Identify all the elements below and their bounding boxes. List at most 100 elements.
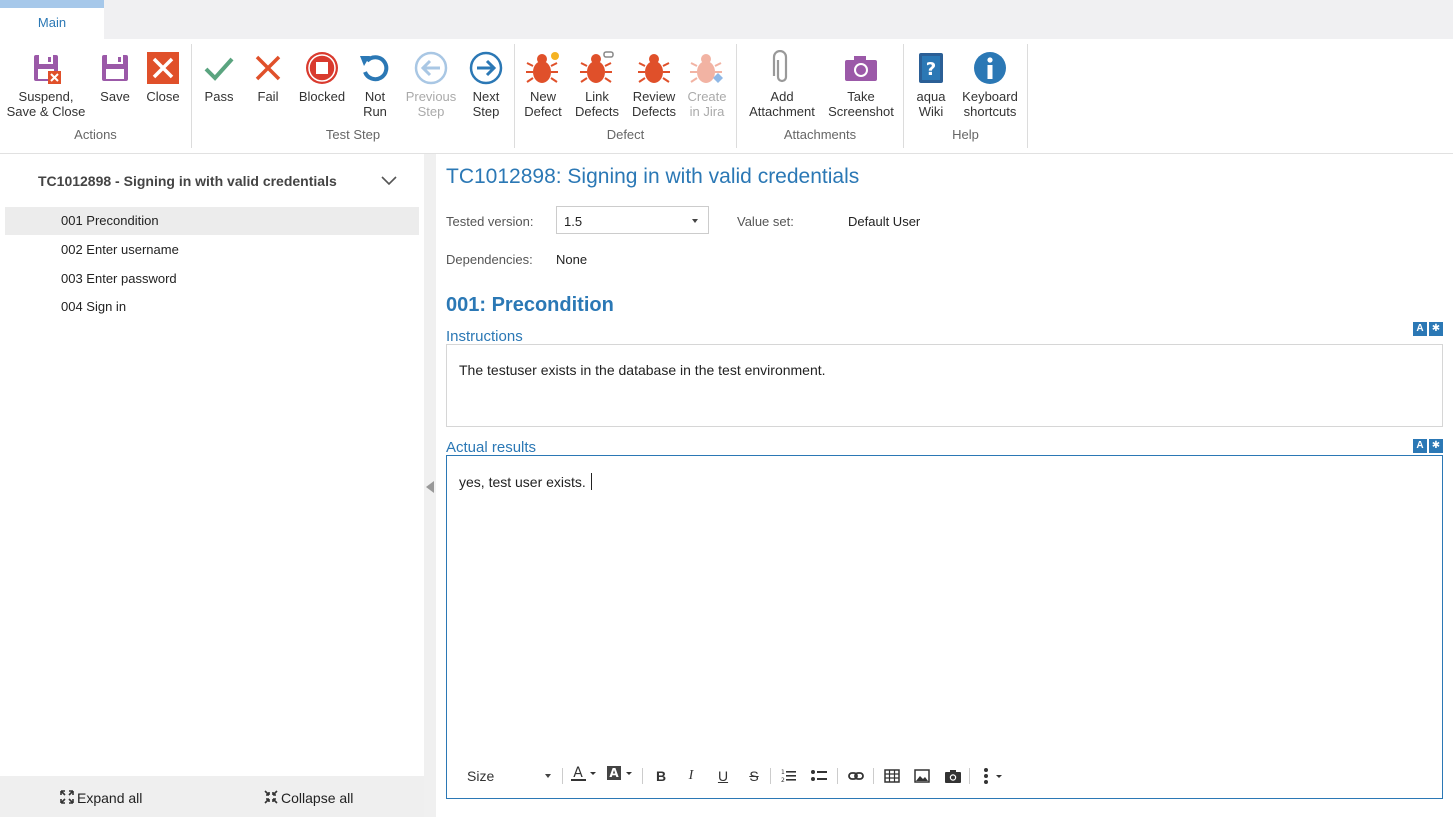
- add-attachment-label-1: Add: [770, 89, 794, 104]
- next-step-button[interactable]: Next Step: [465, 50, 507, 119]
- bug-icon: [638, 54, 670, 83]
- stop-icon: [306, 52, 338, 84]
- not-run-label-2: Run: [363, 104, 387, 119]
- save-label: Save: [100, 89, 130, 104]
- tree-item-enter-password[interactable]: 003 Enter password: [5, 265, 419, 293]
- tree-item-enter-username[interactable]: 002 Enter username: [5, 236, 419, 264]
- aqua-wiki-label-1: aqua: [916, 89, 946, 104]
- step-heading: 001: Precondition: [446, 294, 614, 316]
- collapse-panel-arrow-icon[interactable]: [426, 481, 434, 493]
- cross-icon: [255, 55, 281, 81]
- insert-link-button[interactable]: [844, 764, 868, 788]
- close-button[interactable]: Close: [142, 50, 184, 104]
- caret-down-icon: [692, 219, 698, 223]
- insert-image-button[interactable]: [910, 764, 934, 788]
- dependencies-value: None: [556, 252, 588, 267]
- blocked-button[interactable]: Blocked: [295, 50, 349, 104]
- font-color-button[interactable]: A: [569, 764, 599, 788]
- add-attachment-label-2: Attachment: [749, 104, 815, 119]
- svg-text:1: 1: [781, 769, 785, 776]
- group-defect: New Defect Link Defects Review Defects C…: [515, 44, 737, 148]
- new-bug-icon: [526, 52, 559, 83]
- translate-icon[interactable]: ✱: [1429, 322, 1443, 336]
- translate-icon[interactable]: ✱: [1429, 439, 1443, 453]
- strikethrough-button[interactable]: S: [742, 764, 766, 788]
- suspend-save-icon: [34, 55, 61, 84]
- chevron-down-icon[interactable]: [381, 174, 397, 186]
- review-defects-label-2: Defects: [631, 104, 677, 119]
- blocked-label: Blocked: [298, 89, 346, 104]
- collapse-all-button[interactable]: Collapse all: [264, 790, 353, 806]
- tested-version-label: Tested version:: [446, 214, 534, 229]
- add-attachment-button[interactable]: Add Attachment: [745, 50, 819, 119]
- page-title: TC1012898: Signing in with valid credent…: [446, 165, 860, 188]
- font-size-dropdown[interactable]: Size: [467, 764, 557, 788]
- link-defects-button[interactable]: Link Defects: [574, 50, 620, 119]
- not-run-button[interactable]: Not Run: [354, 50, 396, 119]
- camera-icon: [945, 770, 961, 783]
- close-label: Close: [146, 89, 180, 104]
- create-in-jira-button[interactable]: Create in Jira: [686, 50, 728, 119]
- tree-item-sign-in[interactable]: 004 Sign in: [5, 293, 419, 321]
- aqua-wiki-button[interactable]: ? aqua Wiki: [910, 50, 952, 119]
- tab-main[interactable]: Main: [0, 0, 104, 39]
- fail-button[interactable]: Fail: [247, 50, 289, 104]
- suspend-label-2: Save & Close: [6, 104, 86, 119]
- more-options-button[interactable]: [976, 764, 1010, 788]
- pass-button[interactable]: Pass: [198, 50, 240, 104]
- image-icon: [914, 769, 930, 783]
- bold-icon: B: [655, 768, 667, 784]
- previous-step-button[interactable]: Previous Step: [402, 50, 460, 119]
- strikethrough-icon: S: [749, 768, 759, 784]
- tree-footer: Expand all Collapse all: [0, 776, 424, 817]
- dependencies-label: Dependencies:: [446, 252, 533, 267]
- editor-toolbar: Size A A B I U S 12: [459, 764, 1019, 788]
- italic-icon: I: [688, 768, 694, 783]
- tree-title: TC1012898 - Signing in with valid creden…: [38, 173, 337, 189]
- expand-all-button[interactable]: Expand all: [60, 790, 142, 806]
- jira-bug-icon: [690, 54, 723, 83]
- bullet-list-button[interactable]: [807, 764, 831, 788]
- ribbon-tab-bar: Main: [0, 0, 1453, 39]
- tree-item-precondition[interactable]: 001 Precondition: [5, 207, 419, 235]
- toolbar-separator: [770, 768, 771, 784]
- suspend-save-close-button[interactable]: Suspend, Save & Close: [4, 50, 88, 119]
- highlight-color-icon: A: [607, 766, 632, 780]
- save-button[interactable]: Save: [94, 50, 136, 104]
- close-icon: [147, 52, 179, 84]
- collapse-all-label: Collapse all: [281, 790, 354, 806]
- take-screenshot-button[interactable]: Take Screenshot: [825, 50, 897, 119]
- group-test-step: Pass Fail Blocked Not Run Previous Step …: [192, 44, 515, 148]
- bold-button[interactable]: B: [649, 764, 673, 788]
- italic-button[interactable]: I: [679, 764, 703, 788]
- font-a-icon[interactable]: A: [1413, 439, 1427, 453]
- svg-text:A: A: [609, 766, 619, 780]
- expand-icon: [60, 790, 74, 804]
- keyboard-shortcuts-button[interactable]: Keyboard shortcuts: [958, 50, 1022, 119]
- actual-results-editor[interactable]: yes, test user exists. Size A A B I U S …: [446, 455, 1443, 799]
- review-defects-button[interactable]: Review Defects: [629, 50, 679, 119]
- create-in-jira-label-2: in Jira: [689, 104, 725, 119]
- group-label-help: Help: [952, 127, 979, 142]
- link-defects-label-1: Link: [585, 89, 609, 104]
- ordered-list-button[interactable]: 12: [777, 764, 801, 788]
- arrow-left-circle-icon: [414, 51, 448, 85]
- toolbar-separator: [562, 768, 563, 784]
- insert-table-button[interactable]: [880, 764, 904, 788]
- bullet-list-icon: [811, 770, 827, 781]
- collapse-icon: [264, 790, 278, 804]
- table-icon: [884, 769, 900, 783]
- paperclip-icon: [772, 50, 788, 83]
- new-defect-button[interactable]: New Defect: [521, 50, 565, 119]
- translate-buttons-actual: A ✱: [1413, 439, 1445, 453]
- background-color-button[interactable]: A: [605, 764, 635, 788]
- toolbar-separator: [642, 768, 643, 784]
- text-cursor: [590, 473, 592, 490]
- font-a-icon[interactable]: A: [1413, 322, 1427, 336]
- insert-screenshot-button[interactable]: [941, 764, 965, 788]
- next-step-label-2: Step: [472, 104, 500, 119]
- tested-version-select[interactable]: 1.5: [556, 206, 709, 234]
- underline-button[interactable]: U: [711, 764, 735, 788]
- svg-text:?: ?: [926, 59, 936, 80]
- font-color-icon: A: [571, 765, 596, 781]
